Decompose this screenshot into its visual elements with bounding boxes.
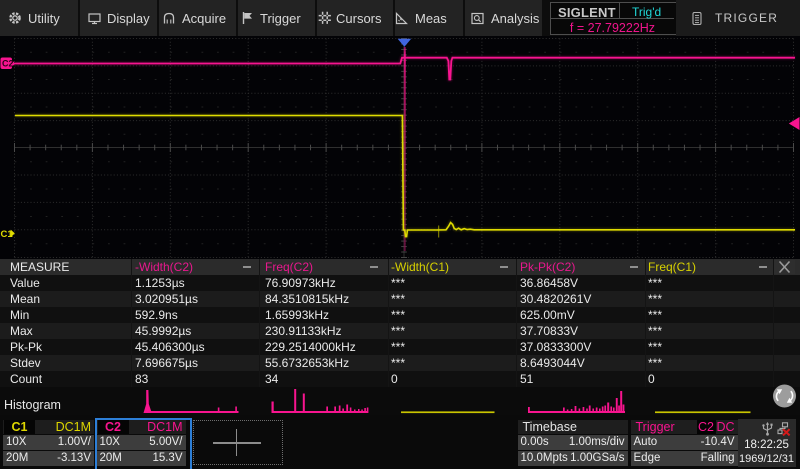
svg-text:C2: C2 xyxy=(2,59,14,69)
